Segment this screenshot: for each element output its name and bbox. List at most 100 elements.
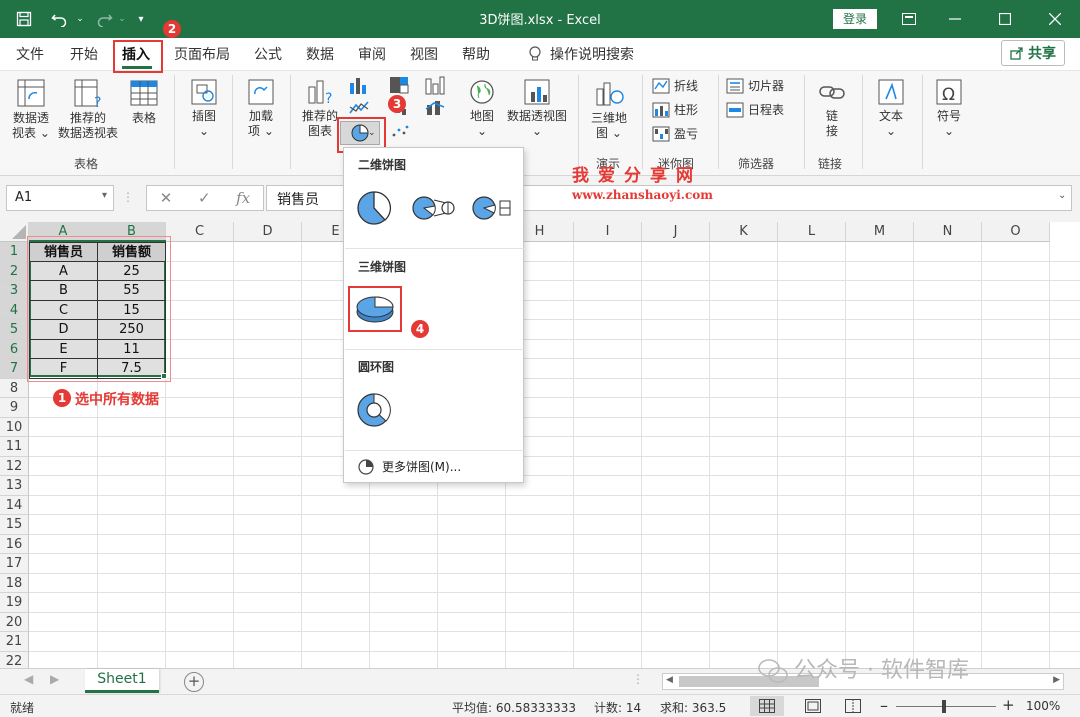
name-box-dropdown-icon[interactable]: ▾ xyxy=(102,190,107,201)
tab-data[interactable]: 数据 xyxy=(306,44,334,64)
page-break-icon xyxy=(845,699,861,713)
sparkline-winloss-button[interactable]: 盈亏 xyxy=(652,125,698,142)
row-header-4[interactable]: 4 xyxy=(0,300,29,320)
link-button[interactable]: 链 接 xyxy=(812,77,852,139)
row-header-22[interactable]: 22 xyxy=(0,651,29,668)
row-header-8[interactable]: 8 xyxy=(0,378,29,398)
column-header-k[interactable]: K xyxy=(710,222,778,242)
select-all-corner[interactable] xyxy=(0,222,29,242)
tab-split-grip-icon[interactable]: ⋮ xyxy=(632,672,644,686)
illustrations-button[interactable]: 插图 ⌄ xyxy=(184,77,224,139)
column-chart-button[interactable] xyxy=(344,75,374,99)
row-header-11[interactable]: 11 xyxy=(0,437,29,457)
recommended-charts-button[interactable]: ? 推荐的 图表 xyxy=(298,77,342,139)
row-header-20[interactable]: 20 xyxy=(0,612,29,632)
share-button[interactable]: 共享 xyxy=(1001,40,1065,66)
section-2d-pie: 二维饼图 xyxy=(358,158,407,172)
scroll-right-sheet-icon[interactable]: ▶ xyxy=(50,672,59,686)
tab-formulas[interactable]: 公式 xyxy=(254,44,282,64)
enter-icon[interactable]: ✓ xyxy=(198,189,211,207)
column-header-c[interactable]: C xyxy=(166,222,234,242)
name-box[interactable]: A1 ▾ xyxy=(6,185,114,211)
close-icon[interactable] xyxy=(1032,0,1078,38)
zoom-in-icon[interactable]: + xyxy=(1002,696,1015,714)
sparkline-line-button[interactable]: 折线 xyxy=(652,77,698,94)
column-header-d[interactable]: D xyxy=(234,222,302,242)
row-header-21[interactable]: 21 xyxy=(0,632,29,652)
row-header-12[interactable]: 12 xyxy=(0,456,29,476)
login-button[interactable]: 登录 xyxy=(833,9,877,29)
addins-button[interactable]: 加载 项 ⌄ xyxy=(240,77,282,139)
table-button[interactable]: 表格 xyxy=(124,77,164,126)
pivot-chart-button[interactable]: 数据透视图 ⌄ xyxy=(502,77,572,139)
bar-of-pie-option[interactable] xyxy=(470,188,516,228)
column-header-l[interactable]: L xyxy=(778,222,846,242)
row-header-3[interactable]: 3 xyxy=(0,281,29,301)
more-pie-charts-item[interactable]: 更多饼图(M)... xyxy=(358,458,461,475)
pie-2d-option[interactable] xyxy=(354,188,394,228)
donut-option[interactable] xyxy=(354,390,394,430)
sparkline-column-button[interactable]: 柱形 xyxy=(652,101,698,118)
page-break-button[interactable] xyxy=(840,696,866,716)
row-header-17[interactable]: 17 xyxy=(0,554,29,574)
minimize-icon[interactable] xyxy=(932,0,978,38)
column-header-j[interactable]: J xyxy=(642,222,710,242)
tab-file[interactable]: 文件 xyxy=(16,44,44,64)
expand-formula-icon[interactable]: ⌄ xyxy=(1058,190,1066,201)
normal-view-button[interactable] xyxy=(750,696,784,716)
tab-view[interactable]: 视图 xyxy=(410,44,438,64)
scroll-left-icon[interactable]: ◀ xyxy=(666,675,673,685)
row-header-10[interactable]: 10 xyxy=(0,417,29,437)
column-header-o[interactable]: O xyxy=(982,222,1050,242)
tab-home[interactable]: 开始 xyxy=(70,44,98,64)
pie-of-pie-option[interactable] xyxy=(410,188,458,228)
text-button[interactable]: 文本 ⌄ xyxy=(870,77,912,139)
row-header-9[interactable]: 9 xyxy=(0,398,29,418)
tab-page-layout[interactable]: 页面布局 xyxy=(174,44,230,64)
row-header-14[interactable]: 14 xyxy=(0,495,29,515)
column-header-i[interactable]: I xyxy=(574,222,642,242)
tab-review[interactable]: 审阅 xyxy=(358,44,386,64)
zoom-out-icon[interactable]: – xyxy=(880,696,888,715)
statistic-chart-button[interactable] xyxy=(420,75,450,99)
row-header-13[interactable]: 13 xyxy=(0,476,29,496)
zoom-slider[interactable] xyxy=(896,706,996,707)
pivot-table-button[interactable]: 数据透 视表 ⌄ xyxy=(8,77,54,141)
insert-function-icon[interactable]: fx xyxy=(236,189,250,207)
row-header-19[interactable]: 19 xyxy=(0,593,29,613)
pie-3d-option[interactable] xyxy=(354,290,396,330)
3d-map-label-1: 三维地 xyxy=(590,111,627,125)
column-header-n[interactable]: N xyxy=(914,222,982,242)
zoom-slider-thumb[interactable] xyxy=(942,700,946,713)
row-header-7[interactable]: 7 xyxy=(0,359,29,379)
scatter-chart-button[interactable] xyxy=(386,123,414,143)
timeline-button[interactable]: 日程表 xyxy=(726,101,784,118)
page-layout-button[interactable] xyxy=(800,696,826,716)
cancel-icon[interactable]: ✕ xyxy=(160,189,173,207)
map-button[interactable]: 地图 ⌄ xyxy=(464,77,500,139)
ribbon-separator xyxy=(642,75,643,169)
sheet-tab-sheet1[interactable]: Sheet1 xyxy=(85,669,159,693)
column-header-m[interactable]: M xyxy=(846,222,914,242)
ribbon-display-icon[interactable] xyxy=(886,0,932,38)
row-header-1[interactable]: 1 xyxy=(0,242,29,262)
watermark-url: www.zhanshaoyi.com xyxy=(572,188,713,202)
scroll-left-sheet-icon[interactable]: ◀ xyxy=(24,672,33,686)
tab-help[interactable]: 帮助 xyxy=(462,44,490,64)
row-header-5[interactable]: 5 xyxy=(0,320,29,340)
slicer-button[interactable]: 切片器 xyxy=(726,77,784,94)
add-sheet-icon[interactable]: + xyxy=(184,672,204,692)
recommended-pivot-button[interactable]: ? 推荐的 数据透视表 xyxy=(56,77,120,141)
row-header-15[interactable]: 15 xyxy=(0,515,29,535)
scroll-right-icon[interactable]: ▶ xyxy=(1053,675,1060,685)
tell-me-search[interactable]: 操作说明搜索 xyxy=(528,44,634,64)
row-header-6[interactable]: 6 xyxy=(0,339,29,359)
row-header-18[interactable]: 18 xyxy=(0,573,29,593)
3d-map-button[interactable]: 三维地 图 ⌄ xyxy=(586,77,632,141)
row-header-16[interactable]: 16 xyxy=(0,534,29,554)
row-header-2[interactable]: 2 xyxy=(0,261,29,281)
combo-chart-button[interactable] xyxy=(420,99,450,121)
zoom-level[interactable]: 100% xyxy=(1026,699,1060,713)
symbol-button[interactable]: Ω 符号 ⌄ xyxy=(928,77,970,139)
maximize-icon[interactable] xyxy=(982,0,1028,38)
